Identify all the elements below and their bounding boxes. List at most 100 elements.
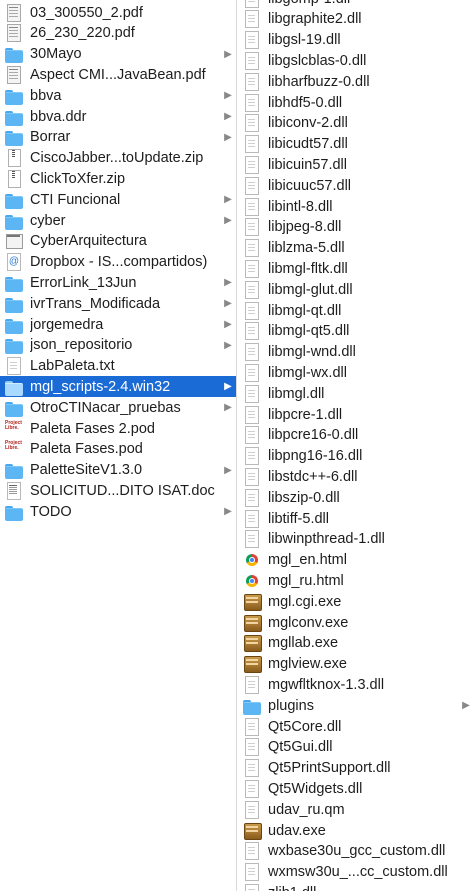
file-item[interactable]: libharfbuzz-0.dll [237, 71, 474, 92]
folder-item[interactable]: CTI Funcional ▶ [0, 189, 236, 210]
file-item[interactable]: libwinpthread-1.dll [237, 529, 474, 550]
folder-item[interactable]: bbva ▶ [0, 85, 236, 106]
disclosure-arrow-icon: ▶ [224, 402, 232, 414]
item-name: bbva [30, 87, 62, 104]
file-item[interactable]: libpng16-16.dll [237, 446, 474, 467]
file-item[interactable]: libpcre-1.dll [237, 404, 474, 425]
document-icon [242, 758, 262, 778]
finder-column-parent[interactable]: 03_300550_2.pdf 26_230_220.pdf 30Mayo ▶ Aspe… [0, 0, 237, 891]
file-item[interactable]: ClickToXfer.zip [0, 168, 236, 189]
item-name: LabPaleta.txt [30, 358, 115, 375]
file-item[interactable]: libhdf5-0.dll [237, 92, 474, 113]
file-item[interactable]: libmgl.dll [237, 383, 474, 404]
folder-item[interactable]: ivrTrans_Modificada ▶ [0, 293, 236, 314]
file-item[interactable]: mgl_ru.html [237, 570, 474, 591]
projectlibre-icon [4, 419, 24, 439]
file-item[interactable]: libpcre16-0.dll [237, 425, 474, 446]
document-icon [242, 446, 262, 466]
file-item[interactable]: LabPaleta.txt [0, 356, 236, 377]
file-item[interactable]: liblzma-5.dll [237, 238, 474, 259]
file-item[interactable]: CiscoJabber...toUpdate.zip [0, 148, 236, 169]
folder-item[interactable]: Borrar ▶ [0, 127, 236, 148]
disclosure-arrow-icon: ▶ [224, 464, 232, 476]
file-item[interactable]: Qt5PrintSupport.dll [237, 758, 474, 779]
folder-item[interactable]: 30Mayo ▶ [0, 44, 236, 65]
folder-item[interactable]: mgl_scripts-2.4.win32 ▶ [0, 376, 236, 398]
file-item[interactable]: Qt5Gui.dll [237, 737, 474, 758]
file-item[interactable]: libicuin57.dll [237, 154, 474, 175]
file-item[interactable]: mgwfltknox-1.3.dll [237, 674, 474, 695]
disclosure-arrow-icon: ▶ [224, 194, 232, 206]
file-item[interactable]: libszip-0.dll [237, 487, 474, 508]
file-item[interactable]: wxbase30u_gcc_custom.dll [237, 841, 474, 862]
file-item[interactable]: libmgl-wx.dll [237, 362, 474, 383]
file-item[interactable]: libmgl-qt.dll [237, 300, 474, 321]
folder-item[interactable]: plugins ▶ [237, 695, 474, 716]
file-item[interactable]: mgl.cgi.exe [237, 591, 474, 612]
item-name: libpcre-1.dll [268, 406, 343, 423]
folder-item[interactable]: json_repositorio ▶ [0, 335, 236, 356]
file-item[interactable]: libgraphite2.dll [237, 9, 474, 30]
file-item[interactable]: libgsl-19.dll [237, 30, 474, 51]
folder-icon [4, 460, 24, 480]
zip-icon [4, 148, 24, 168]
file-item[interactable]: libgslcblas-0.dll [237, 50, 474, 71]
file-item[interactable]: Qt5Core.dll [237, 716, 474, 737]
file-item[interactable]: mglconv.exe [237, 612, 474, 633]
file-item[interactable]: libicudt57.dll [237, 134, 474, 155]
file-item[interactable]: 03_300550_2.pdf [0, 2, 236, 23]
item-name: libtiff-5.dll [268, 510, 329, 527]
folder-item[interactable]: PaletteSiteV1.3.0 ▶ [0, 460, 236, 481]
file-item[interactable]: libstdc++-6.dll [237, 466, 474, 487]
file-item[interactable]: libiconv-2.dll [237, 113, 474, 134]
file-item[interactable]: libintl-8.dll [237, 196, 474, 217]
folder-item[interactable]: OtroCTINacar_pruebas ▶ [0, 397, 236, 418]
file-item[interactable]: udav_ru.qm [237, 799, 474, 820]
file-item[interactable]: libmgl-fltk.dll [237, 258, 474, 279]
disclosure-arrow-icon: ▶ [224, 215, 232, 226]
file-item[interactable]: Dropbox - IS...compartidos) [0, 252, 236, 273]
finder-column-contents[interactable]: libgomp-1.dll libgraphite2.dll libgsl-19.d… [237, 0, 474, 891]
item-name: libgslcblas-0.dll [268, 52, 367, 69]
disclosure-arrow-icon: ▶ [224, 277, 232, 289]
file-item[interactable]: Qt5Widgets.dll [237, 778, 474, 799]
file-item[interactable]: libmgl-glut.dll [237, 279, 474, 300]
file-item[interactable]: wxmsw30u_...cc_custom.dll [237, 862, 474, 883]
document-icon [242, 862, 262, 882]
file-item[interactable]: CyberArquitectura [0, 231, 236, 252]
file-item[interactable]: Paleta Fases.pod [0, 439, 236, 460]
folder-item[interactable]: TODO ▶ [0, 501, 236, 522]
folder-item[interactable]: bbva.ddr ▶ [0, 106, 236, 127]
file-item[interactable]: libtiff-5.dll [237, 508, 474, 529]
file-item[interactable]: libjpeg-8.dll [237, 217, 474, 238]
item-name: Qt5PrintSupport.dll [268, 760, 391, 777]
document-icon [242, 737, 262, 757]
disclosure-arrow-icon: ▶ [462, 700, 470, 712]
disclosure-arrow-icon: ▶ [224, 506, 232, 518]
file-item[interactable]: 26_230_220.pdf [0, 23, 236, 44]
document-icon [242, 155, 262, 175]
disclosure-arrow-icon: ▶ [224, 111, 232, 122]
folder-icon [4, 211, 24, 231]
folder-item[interactable]: ErrorLink_13Jun ▶ [0, 272, 236, 293]
file-item[interactable]: mglview.exe [237, 654, 474, 675]
file-item[interactable]: SOLICITUD...DITO ISAT.doc [0, 480, 236, 501]
file-item[interactable]: libgomp-1.dll [237, 0, 474, 9]
item-name: liblzma-5.dll [268, 240, 345, 257]
item-name: SOLICITUD...DITO ISAT.doc [30, 482, 215, 499]
folder-item[interactable]: jorgemedra ▶ [0, 314, 236, 335]
document-icon [242, 176, 262, 196]
file-item[interactable]: zlib1.dll [237, 882, 474, 891]
item-name: mglconv.exe [268, 614, 349, 631]
item-name: libgsl-19.dll [268, 32, 341, 49]
folder-item[interactable]: cyber ▶ [0, 210, 236, 231]
file-item[interactable]: Aspect CMI...JavaBean.pdf [0, 64, 236, 85]
file-item[interactable]: libicuuc57.dll [237, 175, 474, 196]
file-item[interactable]: udav.exe [237, 820, 474, 841]
file-item[interactable]: libmgl-wnd.dll [237, 342, 474, 363]
projectlibre-icon [4, 439, 24, 459]
file-item[interactable]: mgllab.exe [237, 633, 474, 654]
file-item[interactable]: libmgl-qt5.dll [237, 321, 474, 342]
file-item[interactable]: Paleta Fases 2.pod [0, 418, 236, 439]
file-item[interactable]: mgl_en.html [237, 550, 474, 571]
